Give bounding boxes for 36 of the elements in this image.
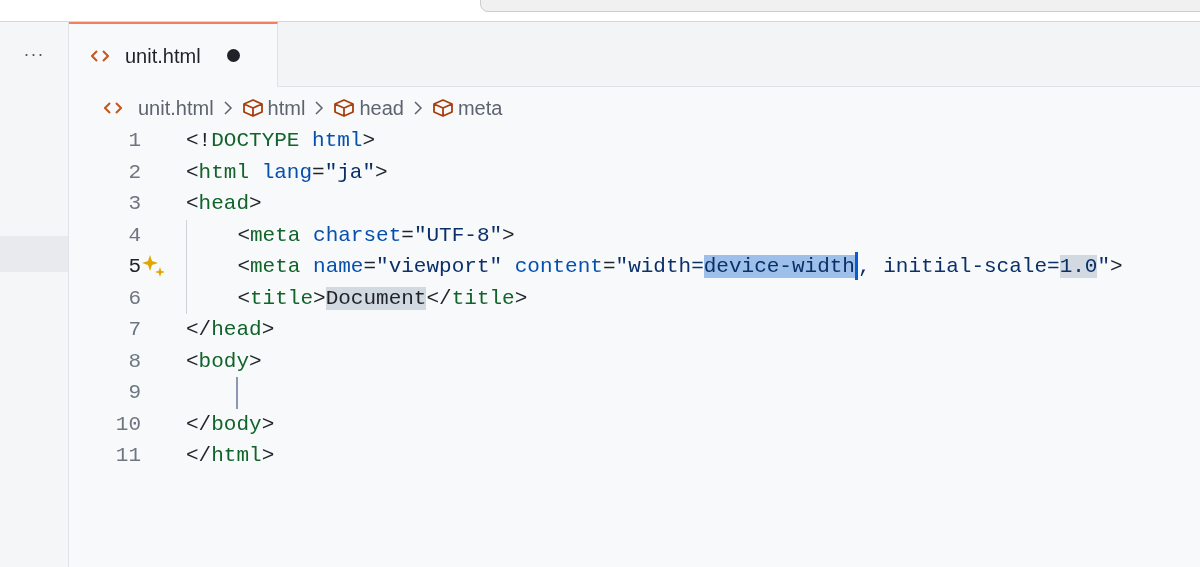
code-line: <head>: [186, 192, 262, 215]
code-line: <meta name="viewport" content="width=device-width, initial-scale=1.0">: [187, 255, 1123, 278]
line-number: 8: [127, 348, 141, 375]
line-number: 5: [127, 254, 141, 280]
line-number: 3: [127, 191, 141, 217]
breadcrumb-item[interactable]: html: [241, 93, 306, 123]
line-number: 2: [127, 159, 141, 186]
sparkle-icon[interactable]: [142, 254, 166, 278]
line-number: 10: [114, 411, 141, 438]
line-number: 1: [127, 128, 141, 154]
code-line: <body>: [186, 349, 262, 373]
cube-icon: [241, 98, 264, 118]
line-number: 9: [127, 380, 141, 406]
line-number: 4: [127, 222, 141, 249]
code-icon: [91, 48, 109, 63]
chevron-icon: [411, 100, 424, 116]
breadcrumb-item[interactable]: meta: [431, 93, 503, 123]
line-number: 11: [114, 443, 141, 469]
chevron-icon: [313, 100, 326, 116]
code-line: <meta charset="UTF-8">: [236, 223, 515, 247]
cube-icon: [333, 98, 356, 118]
code-line: </head>: [186, 318, 275, 341]
code-line: </body>: [186, 412, 275, 436]
editor-tab[interactable]: unit.html: [69, 22, 278, 87]
code-icon: [104, 101, 122, 115]
more-button[interactable]: ···: [0, 22, 68, 86]
code-line: <!DOCTYPE html>: [186, 129, 376, 152]
line-number: 6: [127, 285, 141, 312]
code-line: <title>Document</title>: [236, 286, 528, 310]
code-line: </html>: [186, 444, 275, 467]
breadcrumb-item[interactable]: head: [333, 93, 404, 123]
code-line: <html lang="ja">: [186, 160, 388, 184]
chevron-icon: [221, 100, 234, 116]
line-number: 7: [127, 317, 141, 343]
breadcrumb-item[interactable]: unit.html: [104, 93, 214, 123]
cube-icon: [431, 98, 454, 118]
